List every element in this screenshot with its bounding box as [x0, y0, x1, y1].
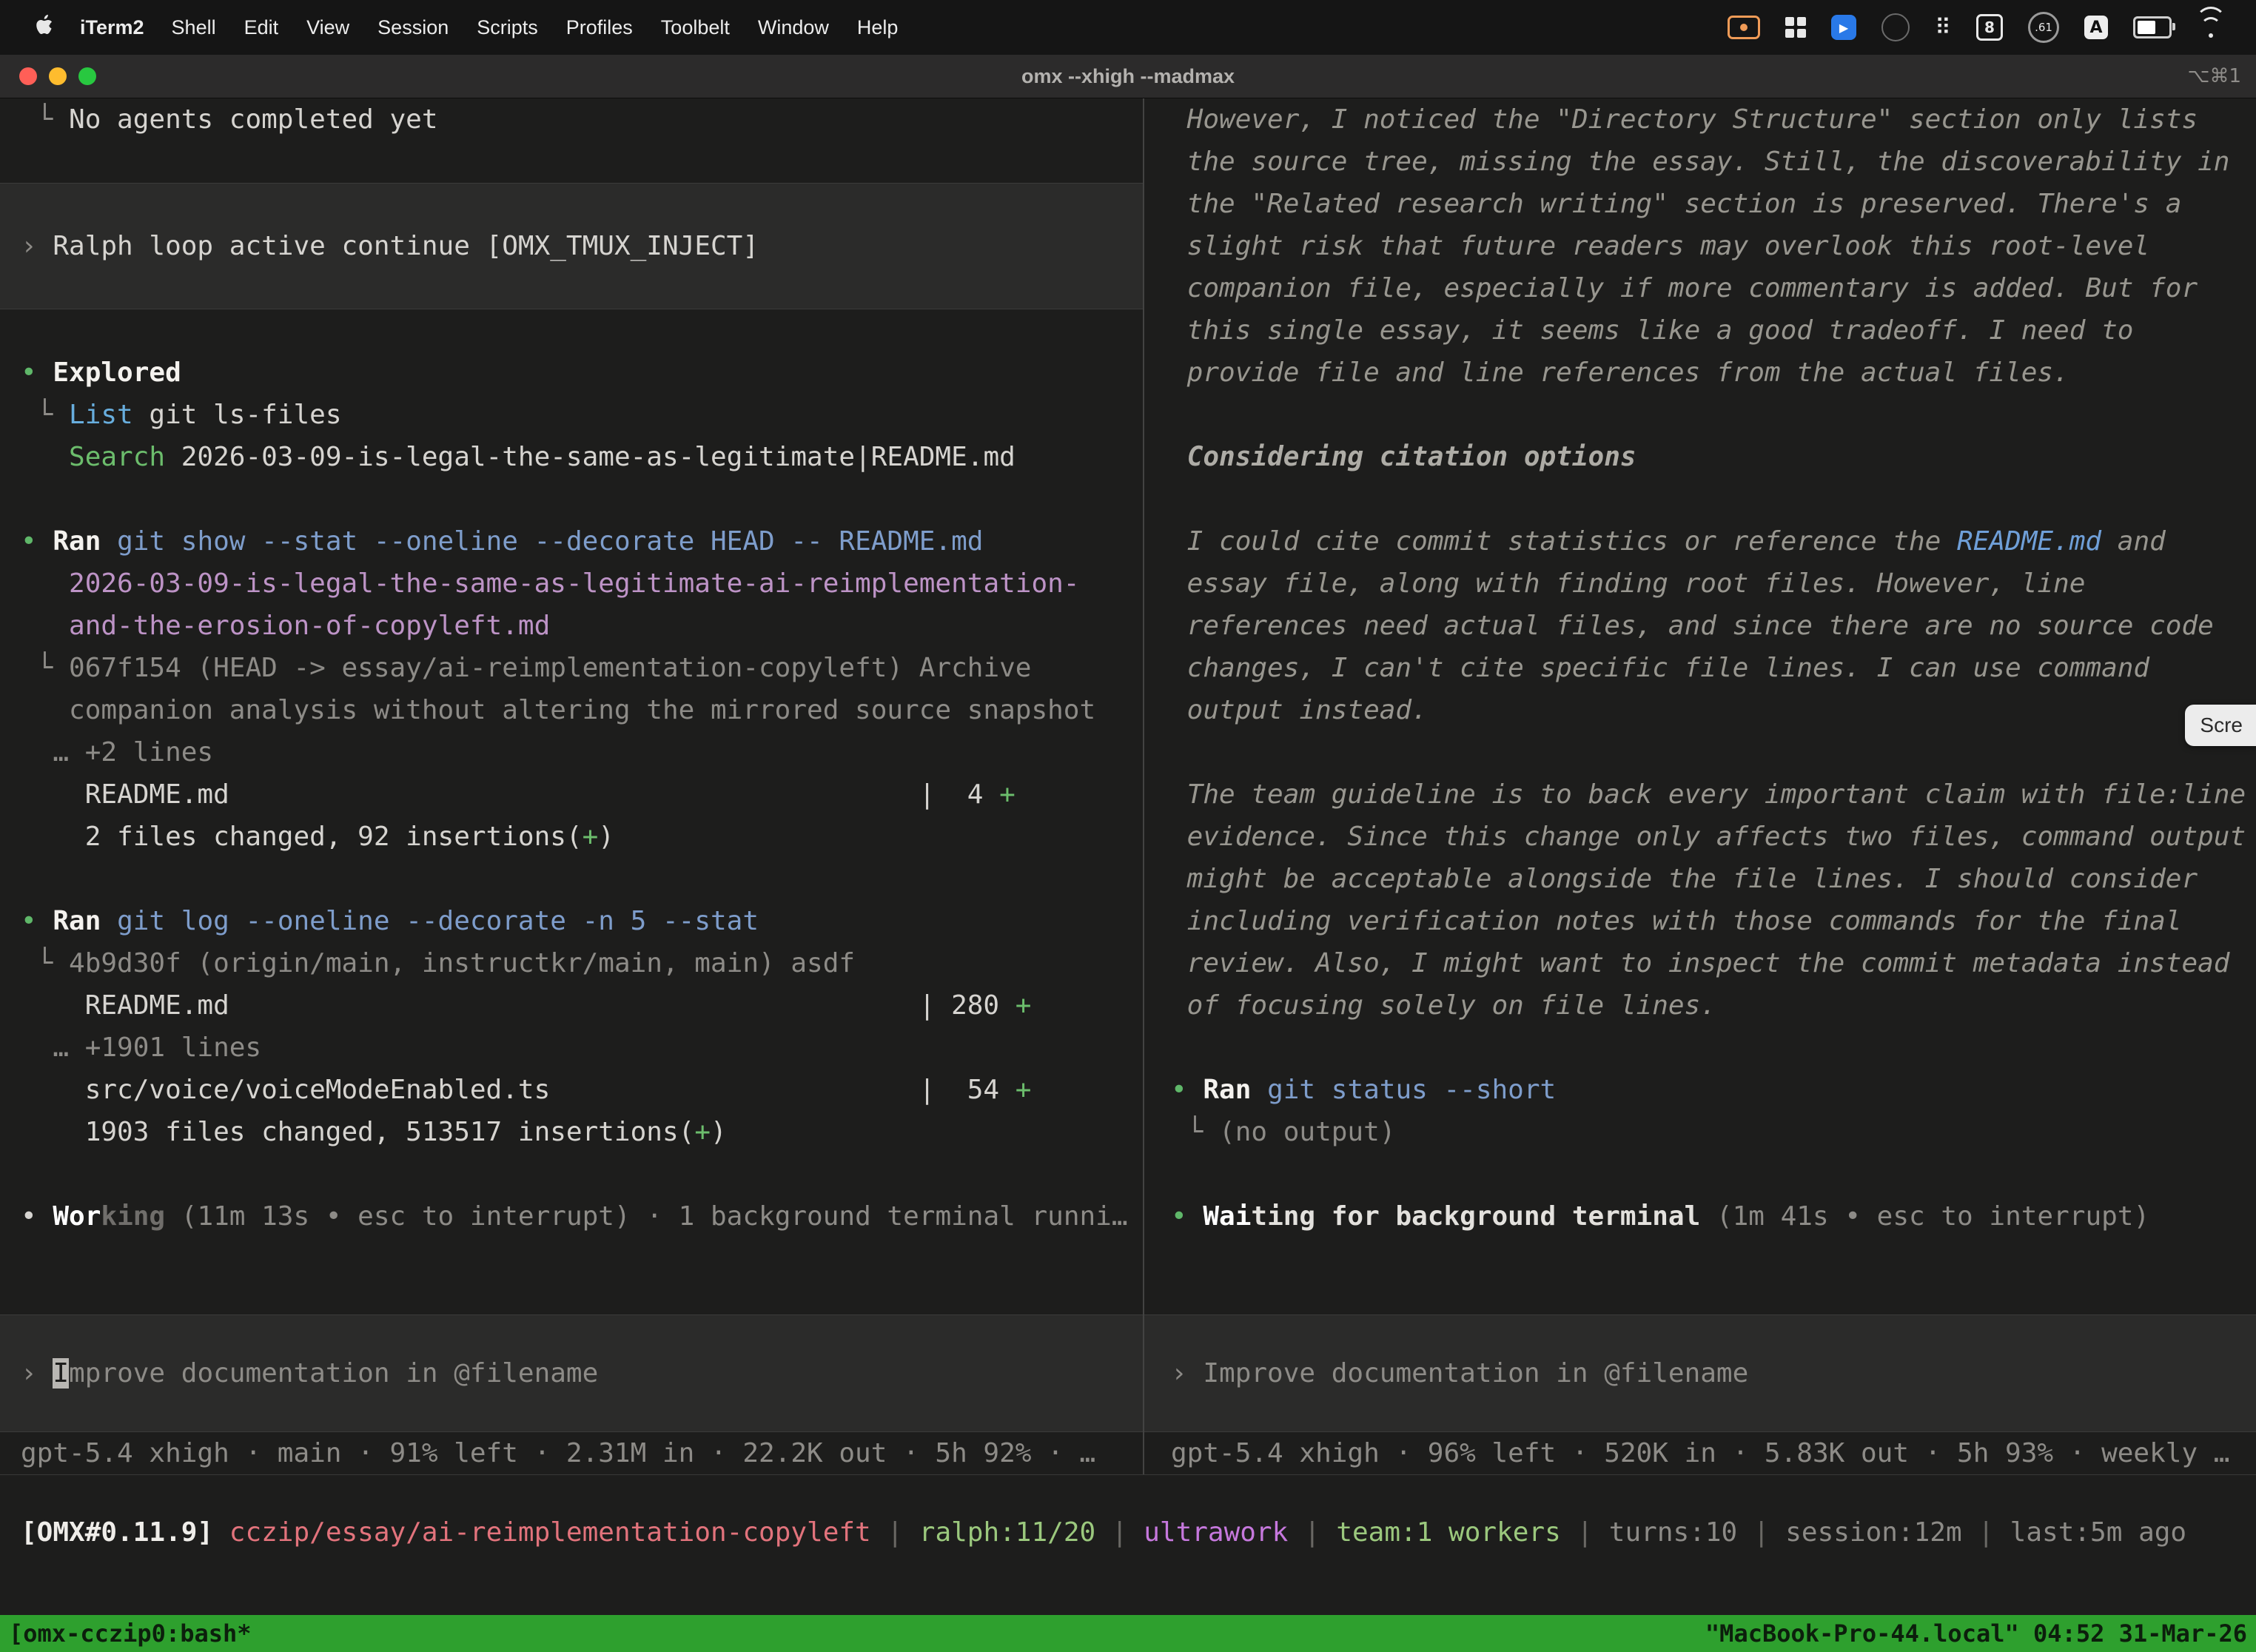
menu-help[interactable]: Help	[843, 16, 913, 39]
terminal-line: • Waiting for background terminal (1m 41…	[1144, 1195, 2256, 1238]
terminal-line: output instead.	[1144, 689, 2256, 731]
apple-icon	[34, 14, 53, 41]
terminal-line: README.md | 280 +	[0, 984, 1143, 1027]
terminal-line: README.md | 4 +	[0, 773, 1143, 816]
terminal-pane-left[interactable]: └ No agents completed yet › Ralph loop ac…	[0, 98, 1143, 1474]
terminal-line	[1144, 1027, 2256, 1069]
terminal-line: and-the-erosion-of-copyleft.md	[0, 605, 1143, 647]
terminal-line: including verification notes with those …	[1144, 900, 2256, 942]
terminal-line: gpt-5.4 xhigh · main · 91% left · 2.31M …	[0, 1432, 1143, 1474]
terminal-line: slight risk that future readers may over…	[1144, 225, 2256, 267]
menu-window[interactable]: Window	[744, 16, 843, 39]
ralph-loop-banner: › Ralph loop active continue [OMX_TMUX_I…	[0, 183, 1143, 309]
terminal-line: src/voice/voiceModeEnabled.ts | 54 +	[0, 1069, 1143, 1111]
terminal-line	[1144, 731, 2256, 773]
terminal-line: … +2 lines	[0, 731, 1143, 773]
menu-view[interactable]: View	[292, 16, 363, 39]
battery-icon[interactable]	[2133, 16, 2172, 38]
terminal-line: 1903 files changed, 513517 insertions(+)	[0, 1111, 1143, 1153]
terminal-line: › Improve documentation in @filename	[1144, 1352, 2256, 1394]
menu-items: ShellEditViewSessionScriptsProfilesToolb…	[158, 16, 913, 39]
menu-shell[interactable]: Shell	[158, 16, 230, 39]
window-grid-icon[interactable]	[1785, 17, 1806, 38]
terminal-window: └ No agents completed yet › Ralph loop ac…	[0, 98, 2256, 1475]
terminal-line: • Ran git show --stat --oneline --decora…	[0, 520, 1143, 563]
terminal-line: • Ran git status --short	[1144, 1069, 2256, 1111]
terminal-line: › Improve documentation in @filename	[0, 1352, 1143, 1394]
tmux-session-info: [omx-cczip0:bash*	[9, 1619, 252, 1648]
terminal-line	[1144, 478, 2256, 520]
omx-status-line: [OMX#0.11.9] cczip/essay/ai-reimplementa…	[0, 1511, 2256, 1554]
terminal-pane-right[interactable]: However, I noticed the "Directory Struct…	[1144, 98, 2256, 1474]
menu-iterm2[interactable]: iTerm2	[67, 16, 158, 39]
terminal-line: might be acceptable alongside the file l…	[1144, 858, 2256, 900]
terminal-line: However, I noticed the "Directory Struct…	[1144, 98, 2256, 141]
prompt-input-right[interactable]: › Improve documentation in @filename	[1144, 1314, 2256, 1432]
terminal-line: gpt-5.4 xhigh · 96% left · 520K in · 5.8…	[1144, 1432, 2256, 1474]
blue-app-icon[interactable]: ▶	[1831, 15, 1856, 40]
terminal-line: … +1901 lines	[0, 1027, 1143, 1069]
terminal-line: Considering citation options	[1144, 436, 2256, 478]
numeric-badge-icon[interactable]: 8	[1976, 14, 2003, 41]
menu-edit[interactable]: Edit	[230, 16, 293, 39]
terminal-line	[0, 1153, 1143, 1195]
terminal-line: 2026-03-09-is-legal-the-same-as-legitima…	[0, 563, 1143, 605]
terminal-line: Search 2026-03-09-is-legal-the-same-as-l…	[0, 436, 1143, 478]
terminal-line	[0, 141, 1143, 183]
terminal-line: companion file, especially if more comme…	[1144, 267, 2256, 309]
terminal-line: • Working (11m 13s • esc to interrupt) ·…	[0, 1195, 1143, 1238]
terminal-line	[1144, 394, 2256, 436]
terminal-line: review. Also, I might want to inspect th…	[1144, 942, 2256, 984]
terminal-line: • Ran git log --oneline --decorate -n 5 …	[0, 900, 1143, 942]
terminal-line: companion analysis without altering the …	[0, 689, 1143, 731]
input-source-icon[interactable]: A	[2084, 16, 2108, 39]
terminal-line: 2 files changed, 92 insertions(+)	[0, 816, 1143, 858]
menu-status-icons: ▶ ⠿ 8 .61 A	[1728, 12, 2235, 43]
load-meter-icon[interactable]: .61	[2028, 12, 2059, 43]
terminal-line: └ 4b9d30f (origin/main, instructkr/main,…	[0, 942, 1143, 984]
terminal-line: this single essay, it seems like a good …	[1144, 309, 2256, 352]
menu-toolbelt[interactable]: Toolbelt	[647, 16, 744, 39]
terminal-line: the "Related research writing" section i…	[1144, 183, 2256, 225]
desktop-screen: iTerm2 ShellEditViewSessionScriptsProfil…	[0, 0, 2256, 1652]
terminal-line: the source tree, missing the essay. Stil…	[1144, 141, 2256, 183]
menu-scripts[interactable]: Scripts	[463, 16, 552, 39]
window-title-bar[interactable]: omx --xhigh --madmax ⌥⌘1	[0, 55, 2256, 98]
tmux-host-clock: "MacBook-Pro-44.local" 04:52 31-Mar-26	[1705, 1619, 2247, 1648]
terminal-line	[0, 478, 1143, 520]
menu-profiles[interactable]: Profiles	[552, 16, 647, 39]
terminal-line: • Explored	[0, 352, 1143, 394]
screen-share-notification[interactable]: Scre	[2185, 705, 2256, 746]
tmux-status-bar: [omx-cczip0:bash* "MacBook-Pro-44.local"…	[0, 1615, 2256, 1652]
terminal-line	[0, 858, 1143, 900]
dots-grid-icon[interactable]: ⠿	[1935, 15, 1951, 41]
screen-recording-indicator[interactable]	[1728, 16, 1760, 39]
menu-bar: iTerm2 ShellEditViewSessionScriptsProfil…	[0, 0, 2256, 55]
terminal-line: └ List git ls-files	[0, 394, 1143, 436]
prompt-input-left[interactable]: › Improve documentation in @filename	[0, 1314, 1143, 1432]
terminal-line: evidence. Since this change only affects…	[1144, 816, 2256, 858]
terminal-line: changes, I can't cite specific file line…	[1144, 647, 2256, 689]
dark-app-icon[interactable]	[1881, 13, 1910, 41]
terminal-line: provide file and line references from th…	[1144, 352, 2256, 394]
terminal-line: The team guideline is to back every impo…	[1144, 773, 2256, 816]
omx-status-bar: [OMX#0.11.9] cczip/essay/ai-reimplementa…	[0, 1511, 2256, 1554]
terminal-line	[1144, 1153, 2256, 1195]
terminal-line: └ No agents completed yet	[0, 98, 1143, 141]
terminal-line: └ 067f154 (HEAD -> essay/ai-reimplementa…	[0, 647, 1143, 689]
window-title: omx --xhigh --madmax	[0, 55, 2256, 98]
terminal-line	[0, 309, 1143, 352]
wifi-icon[interactable]	[2197, 17, 2225, 38]
terminal-line: › Ralph loop active continue [OMX_TMUX_I…	[0, 225, 1143, 267]
terminal-line: essay file, along with finding root file…	[1144, 563, 2256, 605]
terminal-line: of focusing solely on file lines.	[1144, 984, 2256, 1027]
terminal-line: I could cite commit statistics or refere…	[1144, 520, 2256, 563]
window-shortcut: ⌥⌘1	[2187, 55, 2241, 98]
terminal-line: references need actual files, and since …	[1144, 605, 2256, 647]
menu-session[interactable]: Session	[363, 16, 463, 39]
apple-menu[interactable]	[21, 14, 67, 41]
terminal-line: └ (no output)	[1144, 1111, 2256, 1153]
